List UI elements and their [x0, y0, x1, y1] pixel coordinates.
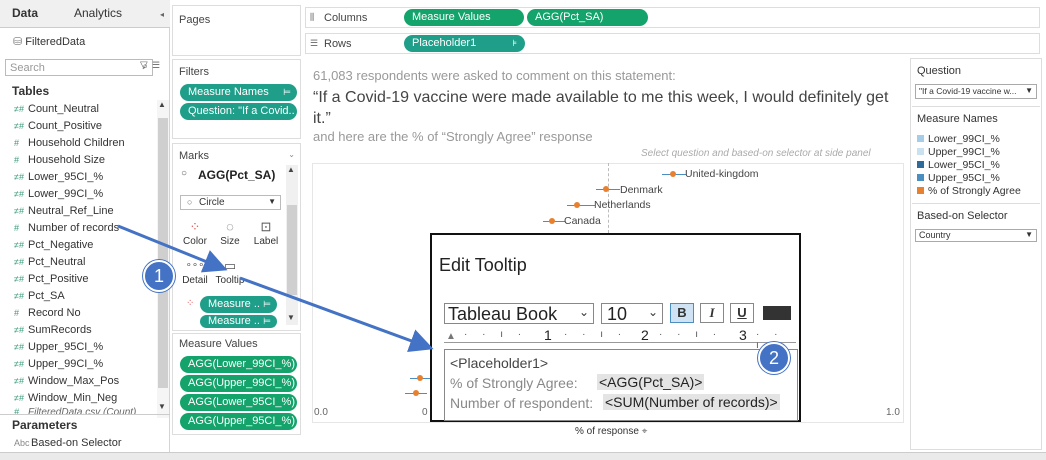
arrow-to-tooltip-dialog	[239, 276, 434, 353]
arrow-to-tooltip-button	[117, 224, 228, 273]
callout-badge-1: 1	[143, 260, 175, 292]
annotation-arrows	[117, 224, 434, 353]
callout-badge-2: 2	[758, 342, 790, 374]
